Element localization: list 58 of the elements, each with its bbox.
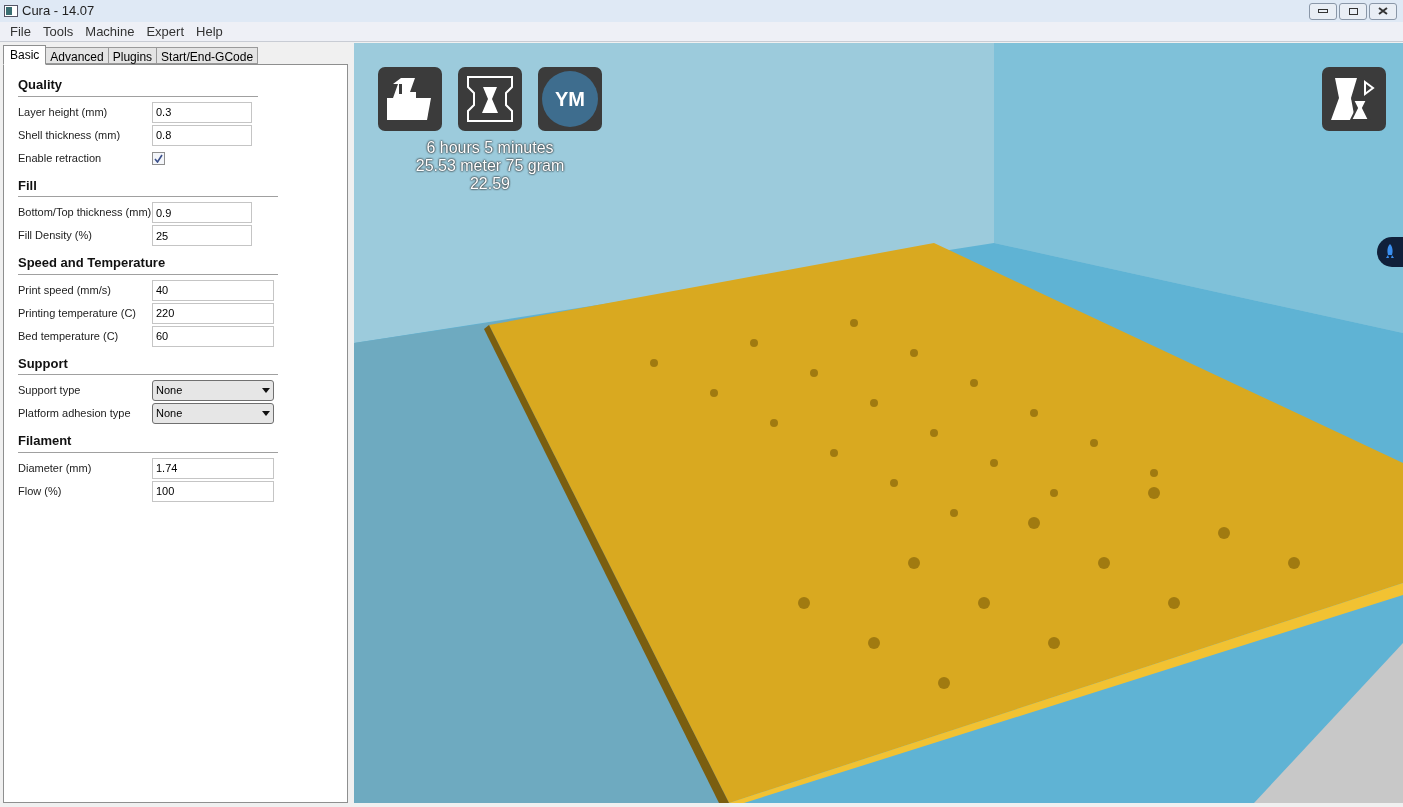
minimize-button[interactable] xyxy=(1309,2,1337,20)
section-heading: Filament xyxy=(18,431,278,453)
section-heading: Fill xyxy=(18,175,278,197)
menu-item[interactable]: Help xyxy=(190,21,229,42)
field-label: Print speed (mm/s) xyxy=(18,282,112,298)
input-field[interactable]: 0.8 xyxy=(152,124,252,146)
input-field[interactable]: 25 xyxy=(152,225,252,246)
menu-item[interactable]: Expert xyxy=(140,21,191,42)
input-field[interactable]: 100 xyxy=(152,480,274,502)
window-title: Cura - 14.07 xyxy=(22,2,95,21)
close-icon xyxy=(1378,7,1388,15)
field-label: Printing temperature (C) xyxy=(18,305,137,321)
field-label: Bottom/Top thickness (mm) xyxy=(18,205,152,221)
print-info-text: 6 hours 5 minutes xyxy=(426,139,554,157)
dropdown[interactable]: None xyxy=(152,380,274,401)
input-field[interactable]: 220 xyxy=(152,302,274,324)
print-button[interactable] xyxy=(458,67,522,131)
field-label: Support type xyxy=(18,383,82,399)
printer-icon xyxy=(464,73,516,125)
field-label: Enable retraction xyxy=(18,150,103,166)
caret-icon xyxy=(262,411,270,416)
print-info-text: 25.53 meter 75 gram xyxy=(415,157,565,175)
close-button[interactable] xyxy=(1369,2,1397,20)
checkbox[interactable] xyxy=(152,151,165,165)
dropdown[interactable]: None xyxy=(152,403,274,424)
app-icon xyxy=(4,5,18,17)
minimize-icon xyxy=(1318,9,1328,13)
restore-icon xyxy=(1348,7,1358,15)
input-field[interactable]: 0.9 xyxy=(152,202,252,223)
input-field[interactable]: 1.74 xyxy=(152,457,274,479)
tab[interactable]: Start/End-GCode xyxy=(157,47,259,64)
print-info-text: 22.59 xyxy=(469,175,510,193)
input-field[interactable]: 40 xyxy=(152,279,274,301)
section-heading: Quality xyxy=(18,75,258,97)
caret-icon xyxy=(262,388,270,393)
load-model-button[interactable] xyxy=(378,67,442,131)
menu-item[interactable]: Machine xyxy=(79,21,141,42)
rocket-icon xyxy=(1385,244,1395,260)
checkmark-icon xyxy=(154,153,163,163)
field-label: Fill Density (%) xyxy=(18,228,93,244)
menu-item[interactable]: Tools xyxy=(36,21,80,42)
field-label: Platform adhesion type xyxy=(18,406,132,422)
menu-item[interactable]: File xyxy=(4,21,37,42)
input-field[interactable]: 0.3 xyxy=(152,101,252,123)
field-label: Diameter (mm) xyxy=(18,460,93,476)
tab[interactable]: Plugins xyxy=(108,47,158,64)
section-heading: Support xyxy=(18,353,278,375)
field-label: Shell thickness (mm) xyxy=(18,127,122,143)
field-label: Layer height (mm) xyxy=(18,104,109,120)
section-heading: Speed and Temperature xyxy=(18,253,278,275)
ym-button[interactable]: YM xyxy=(538,67,602,131)
field-label: Flow (%) xyxy=(18,483,63,499)
input-field[interactable]: 60 xyxy=(152,325,274,347)
tab[interactable]: Advanced xyxy=(46,47,109,64)
field-label: Bed temperature (C) xyxy=(18,328,120,344)
view-mode-button[interactable] xyxy=(1322,67,1386,131)
tab[interactable]: Basic xyxy=(3,45,47,65)
maximize-button[interactable] xyxy=(1339,2,1367,20)
